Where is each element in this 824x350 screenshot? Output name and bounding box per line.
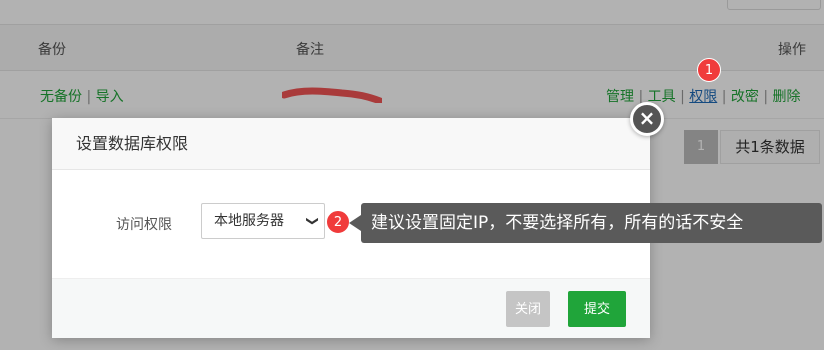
- close-icon[interactable]: ×: [630, 102, 664, 136]
- chevron-down-icon: ❯: [305, 215, 320, 227]
- dialog-title: 设置数据库权限: [52, 118, 650, 170]
- close-button[interactable]: 关闭: [506, 291, 550, 327]
- tooltip-arrow: [349, 215, 361, 231]
- access-permission-select[interactable]: 本地服务器 ❯: [201, 203, 325, 239]
- annotation-badge-1: 1: [697, 58, 721, 82]
- annotation-badge-2: 2: [326, 210, 350, 234]
- select-value: 本地服务器: [214, 213, 284, 229]
- dialog-footer: 关闭 提交: [52, 278, 650, 338]
- annotation-tooltip: 建议设置固定IP，不要选择所有，所有的话不安全: [361, 203, 822, 243]
- access-permission-label: 访问权限: [116, 217, 172, 233]
- submit-button[interactable]: 提交: [568, 291, 626, 327]
